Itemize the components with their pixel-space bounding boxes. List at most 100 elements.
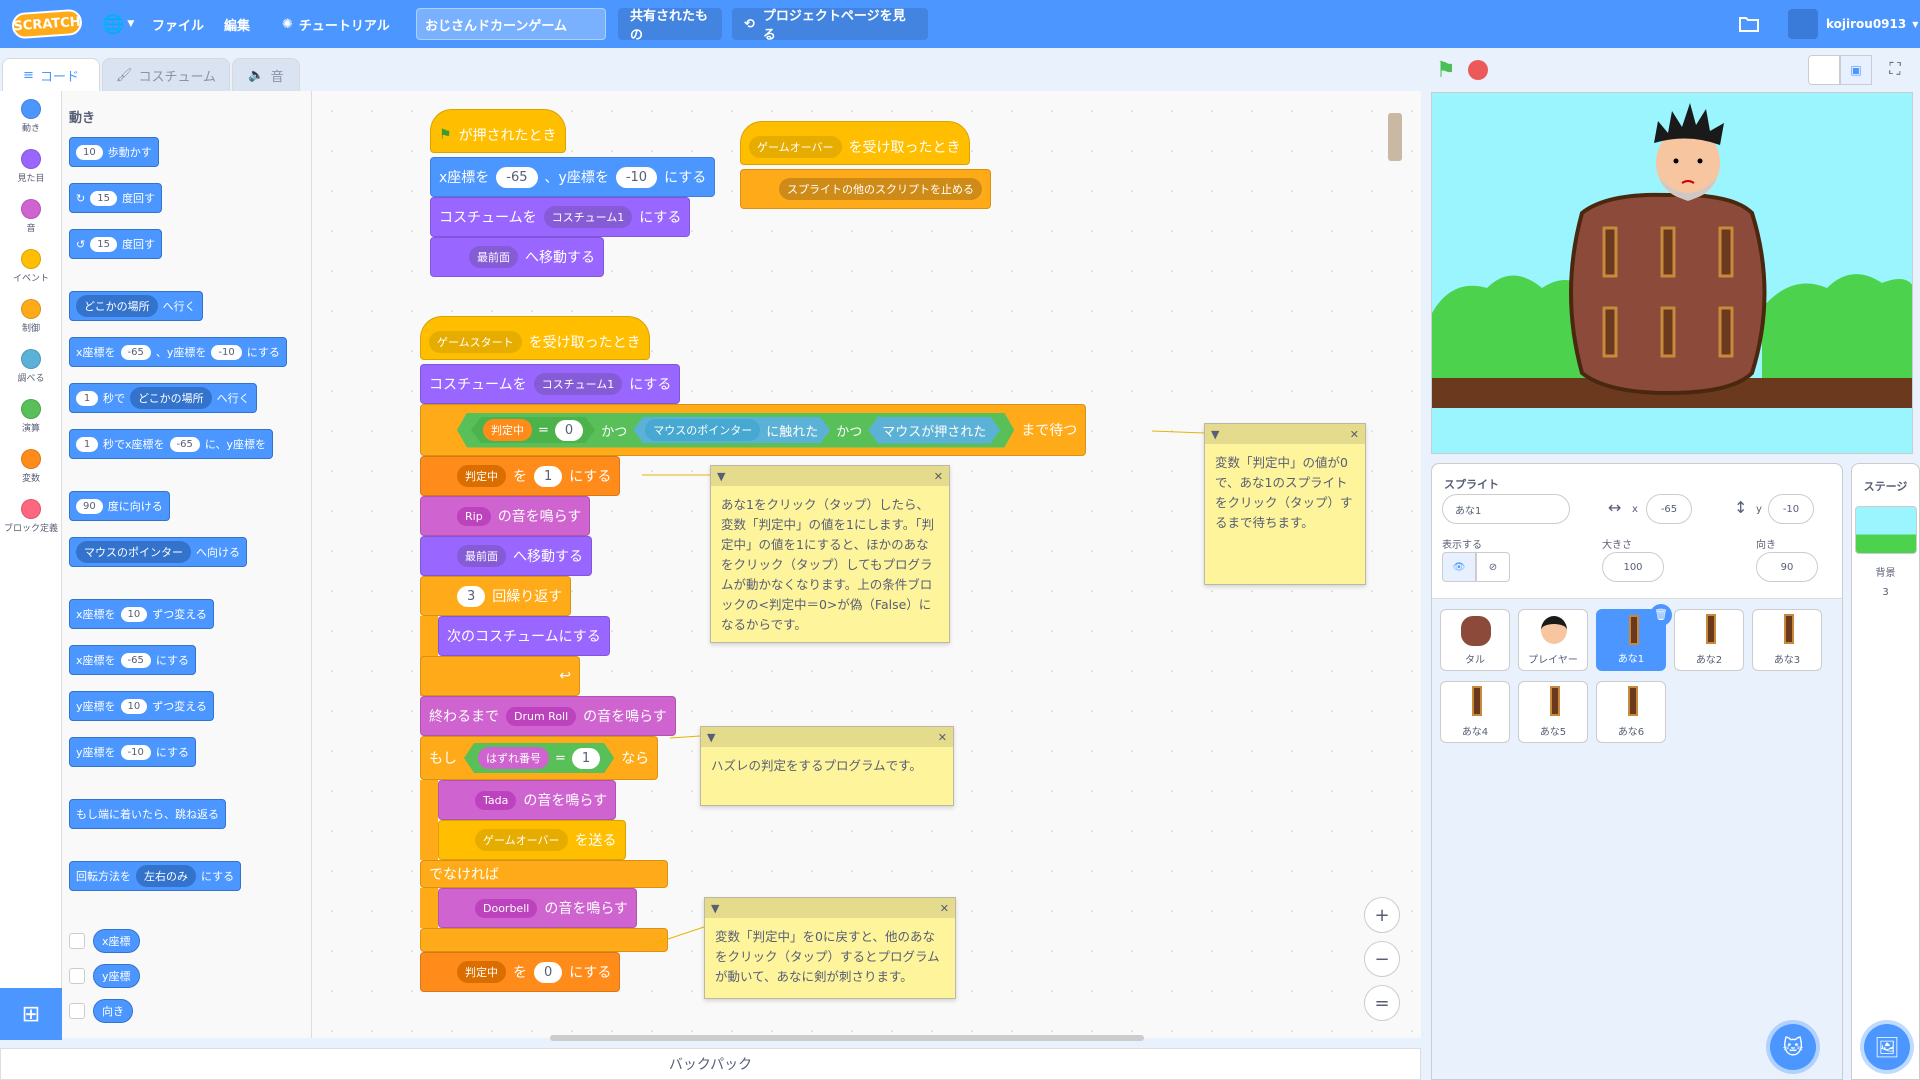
num-input[interactable]: -10 [211, 344, 242, 360]
num-input[interactable]: -10 [120, 744, 151, 760]
show-sprite-button[interactable]: 👁 [1442, 552, 1476, 582]
comment-note[interactable]: ▼ ✕ 変数「判定中」の値が0で、あな1のスプライトをクリック（タップ）するまで待… [1204, 423, 1366, 585]
point-direction-block[interactable]: 90 度に向ける [69, 491, 170, 521]
stage-thumbnail[interactable] [1854, 506, 1917, 554]
sprite-tile[interactable]: あな5 [1518, 681, 1588, 743]
comment-text[interactable]: ハズレの判定をするプログラムです。 [701, 747, 953, 785]
scratch-logo[interactable]: SCRATCH [11, 8, 83, 40]
stage-canvas[interactable] [1431, 92, 1913, 454]
num-input[interactable]: 15 [90, 236, 117, 252]
large-stage-button[interactable]: ▣ [1840, 55, 1872, 85]
size-input[interactable]: 100 [1602, 552, 1664, 582]
collapse-icon[interactable]: ▼ [1211, 428, 1219, 441]
goto-dropdown[interactable]: どこかの場所 [76, 295, 158, 317]
see-project-page-button[interactable]: ⟲ プロジェクトページを見る [732, 8, 928, 43]
num-input[interactable]: 10 [76, 144, 103, 160]
category-sensing[interactable]: 調べる [0, 349, 62, 384]
goto-block[interactable]: どこかの場所 へ行く [69, 291, 203, 321]
y-input[interactable]: -10 [1768, 494, 1814, 524]
comment-note[interactable]: ▼ ✕ あな1をクリック（タップ）したら、変数「判定中」の値を1にします。「判定中… [710, 465, 950, 643]
my-stuff-icon[interactable] [1738, 0, 1760, 48]
horizontal-scrollbar[interactable] [550, 1035, 1144, 1041]
tab-code[interactable]: ≡ コード [2, 58, 100, 91]
change-y-block[interactable]: y座標を 10 ずつ変える [69, 691, 214, 721]
rotation-style-block[interactable]: 回転方法を 左右のみ にする [69, 861, 242, 891]
category-looks[interactable]: 見た目 [0, 149, 62, 184]
comment-text[interactable]: 変数「判定中」の値が0で、あな1のスプライトをクリック（タップ）するまで待ちます… [1205, 444, 1365, 542]
sprite-tile[interactable]: タル [1440, 609, 1510, 671]
tutorial-menu[interactable]: ✺ チュートリアル [282, 0, 390, 48]
direction-reporter[interactable]: 向き [93, 999, 133, 1023]
num-input[interactable]: -65 [120, 652, 151, 668]
y-position-reporter[interactable]: y座標 [93, 964, 140, 988]
comment-text[interactable]: あな1をクリック（タップ）したら、変数「判定中」の値を1にします。「判定中」の値… [711, 486, 949, 644]
zoom-in-button[interactable]: + [1364, 897, 1400, 933]
glide-to-block[interactable]: 1 秒で どこかの場所 へ行く [69, 383, 257, 413]
sprite-tile[interactable]: あな4 [1440, 681, 1510, 743]
fullscreen-icon[interactable]: ⛶ [1878, 55, 1912, 85]
rotation-dropdown[interactable]: 左右のみ [136, 865, 196, 887]
comment-note[interactable]: ▼ ✕ ハズレの判定をするプログラムです。 [700, 726, 954, 806]
move-steps-block[interactable]: 10 歩動かす [69, 137, 159, 167]
close-icon[interactable]: ✕ [938, 731, 947, 744]
hide-sprite-button[interactable]: ⊘ [1476, 552, 1510, 582]
category-variables[interactable]: 変数 [0, 449, 62, 484]
file-menu[interactable]: ファイル [152, 0, 204, 48]
zoom-reset-button[interactable]: = [1364, 985, 1400, 1021]
x-position-reporter[interactable]: x座標 [93, 929, 140, 953]
add-sprite-button[interactable]: 🐱 [1770, 1024, 1816, 1070]
category-sound[interactable]: 音 [0, 199, 62, 234]
green-flag-button[interactable]: ⚑ [1436, 58, 1456, 83]
delete-sprite-button[interactable]: 🗑 [1650, 604, 1672, 626]
add-extension-button[interactable]: ⊞ [0, 988, 62, 1040]
sprite-tile[interactable]: プレイヤー [1518, 609, 1588, 671]
set-y-block[interactable]: y座標を -10 にする [69, 737, 196, 767]
num-input[interactable]: 15 [90, 190, 117, 206]
direction-checkbox[interactable] [69, 1003, 85, 1019]
bounce-block[interactable]: もし端に着いたら、跳ね返る [69, 799, 226, 829]
stop-button[interactable] [1468, 60, 1488, 80]
glide-dropdown[interactable]: どこかの場所 [130, 387, 212, 409]
category-motion[interactable]: 動き [0, 99, 62, 134]
backpack[interactable]: バックパック [0, 1048, 1421, 1080]
tab-sounds[interactable]: 🔈 音 [232, 58, 300, 91]
collapse-icon[interactable]: ▼ [707, 731, 715, 744]
num-input[interactable]: -65 [120, 344, 151, 360]
category-operators[interactable]: 演算 [0, 399, 62, 434]
close-icon[interactable]: ✕ [940, 902, 949, 915]
sprite-tile[interactable]: あな3 [1752, 609, 1822, 671]
sprite-name-input[interactable]: あな1 [1442, 494, 1570, 524]
num-input[interactable]: -65 [169, 436, 200, 452]
change-x-block[interactable]: x座標を 10 ずつ変える [69, 599, 214, 629]
add-backdrop-button[interactable]: 🖼 [1864, 1024, 1910, 1070]
sprite-tile[interactable]: あな6 [1596, 681, 1666, 743]
stage-selector[interactable]: ステージ 背景 3 🖼 [1851, 463, 1920, 1080]
glide-xy-block[interactable]: 1 秒でx座標を -65 に、y座標を [69, 429, 274, 459]
num-input[interactable]: 1 [76, 390, 98, 406]
comment-note[interactable]: ▼ ✕ 変数「判定中」を0に戻すと、他のあなをクリック（タップ）するとプログラムが… [704, 897, 956, 999]
point-towards-block[interactable]: マウスのポインター へ向ける [69, 537, 247, 567]
turn-left-block[interactable]: ↺ 15 度回す [69, 229, 162, 259]
project-title-input[interactable]: おじさんドカーンゲーム [416, 8, 606, 40]
set-xy-block[interactable]: x座標を -65 、y座標を -10 にする [69, 337, 287, 367]
edit-menu[interactable]: 編集 [224, 0, 250, 48]
category-control[interactable]: 制御 [0, 299, 62, 334]
category-events[interactable]: イベント [0, 249, 62, 284]
zoom-out-button[interactable]: − [1364, 941, 1400, 977]
category-my-blocks[interactable]: ブロック定義 [0, 499, 62, 534]
sprite-tile[interactable]: あな2 [1674, 609, 1744, 671]
x-position-checkbox[interactable] [69, 933, 85, 949]
close-icon[interactable]: ✕ [1350, 428, 1359, 441]
collapse-icon[interactable]: ▼ [717, 470, 725, 483]
set-x-block[interactable]: x座標を -65 にする [69, 645, 196, 675]
tab-costumes[interactable]: 🖌 コスチューム [102, 58, 230, 91]
small-stage-button[interactable] [1808, 55, 1840, 85]
shared-button[interactable]: 共有されたもの [618, 8, 722, 43]
num-input[interactable]: 90 [76, 498, 103, 514]
close-icon[interactable]: ✕ [934, 470, 943, 483]
account-menu[interactable]: kojirou0913 ▼ [1788, 0, 1918, 48]
language-menu[interactable]: 🌐 ▼ [102, 0, 134, 48]
num-input[interactable]: 10 [120, 698, 148, 714]
num-input[interactable]: 1 [76, 436, 98, 452]
point-towards-dropdown[interactable]: マウスのポインター [76, 541, 191, 563]
